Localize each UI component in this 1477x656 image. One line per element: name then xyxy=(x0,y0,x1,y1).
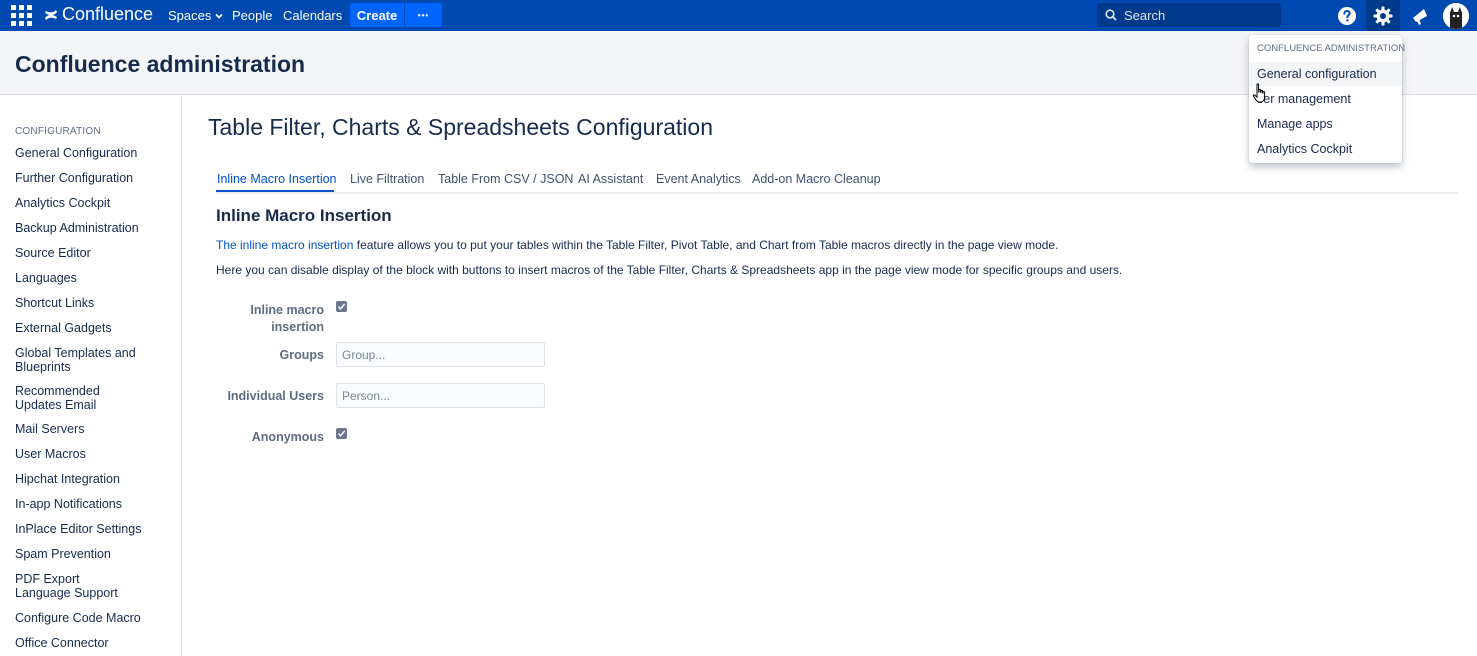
sidebar-item-mail-servers[interactable]: Mail Servers xyxy=(15,422,175,436)
sidebar-item-general-configuration[interactable]: General Configuration xyxy=(15,146,175,160)
tab-inline-macro-insertion[interactable]: Inline Macro Insertion xyxy=(217,172,337,186)
nav-spaces-label: Spaces xyxy=(168,8,212,23)
sidebar-item-external-gadgets[interactable]: External Gadgets xyxy=(15,321,175,335)
instructions-paragraph: Here you can disable display of the bloc… xyxy=(216,263,1123,277)
page-title: Confluence administration xyxy=(15,51,306,77)
tab-table-from-csv-json[interactable]: Table From CSV / JSON xyxy=(438,172,573,186)
tab-live-filtration[interactable]: Live Filtration xyxy=(350,172,424,186)
user-avatar[interactable] xyxy=(1443,3,1469,29)
megaphone-icon xyxy=(1413,9,1427,25)
settings-dropdown-menu: CONFLUENCE ADMINISTRATION General config… xyxy=(1249,35,1406,163)
description-paragraph: The inline macro insertion feature allow… xyxy=(216,238,1058,252)
sidebar-item-recommended-updates[interactable]: Recommended Updates Email xyxy=(15,384,145,412)
checkmark-icon xyxy=(337,430,346,437)
more-create-options-button[interactable]: ••• xyxy=(405,3,442,27)
description-text: feature allows you to put your tables wi… xyxy=(353,238,1059,252)
menu-item-user-management[interactable]: ser management xyxy=(1249,87,1402,111)
config-tabs: Inline Macro Insertion Live Filtration T… xyxy=(216,168,1458,194)
search-input[interactable] xyxy=(1124,7,1264,23)
gear-icon xyxy=(1373,6,1393,25)
sidebar-item-spam-prevention[interactable]: Spam Prevention xyxy=(15,547,175,561)
sidebar-heading: CONFIGURATION xyxy=(15,126,101,137)
config-page-title: Table Filter, Charts & Spreadsheets Conf… xyxy=(208,114,713,140)
menu-item-general-configuration[interactable]: General configuration xyxy=(1249,62,1402,86)
tab-ai-assistant[interactable]: AI Assistant xyxy=(578,172,643,186)
anonymous-label: Anonymous xyxy=(251,430,324,444)
individual-users-input[interactable] xyxy=(336,383,545,408)
anonymous-checkbox[interactable] xyxy=(336,428,347,439)
hand-pointer-cursor-icon xyxy=(1252,83,1266,103)
tab-add-on-macro-cleanup[interactable]: Add-on Macro Cleanup xyxy=(752,172,881,186)
inline-macro-insertion-label: Inline macro insertion xyxy=(250,303,324,334)
confluence-logo[interactable]: Confluence xyxy=(44,4,153,25)
sidebar-item-hipchat-integration[interactable]: Hipchat Integration xyxy=(15,472,175,486)
help-icon xyxy=(1338,7,1356,25)
top-navigation-bar: Confluence Spaces People Calendars Creat… xyxy=(0,0,1477,31)
sidebar-item-pdf-export-language[interactable]: PDF Export Language Support xyxy=(15,572,135,600)
sidebar-item-office-connector[interactable]: Office Connector xyxy=(15,636,175,650)
chevron-down-icon xyxy=(215,13,223,19)
sidebar-item-analytics-cockpit[interactable]: Analytics Cockpit xyxy=(15,196,175,210)
sidebar-item-configure-code-macro[interactable]: Configure Code Macro xyxy=(15,611,175,625)
menu-item-manage-apps[interactable]: Manage apps xyxy=(1249,112,1402,136)
nav-calendars-link[interactable]: Calendars xyxy=(283,8,342,23)
section-title: Inline Macro Insertion xyxy=(216,206,392,225)
sidebar-item-further-configuration[interactable]: Further Configuration xyxy=(15,171,175,185)
sidebar-item-in-app-notifications[interactable]: In-app Notifications xyxy=(15,497,175,511)
inline-macro-insertion-link[interactable]: The inline macro insertion xyxy=(216,238,353,252)
dropdown-heading: CONFLUENCE ADMINISTRATION xyxy=(1257,43,1406,54)
admin-sidebar: CONFIGURATION General Configuration Furt… xyxy=(0,95,182,656)
sidebar-item-global-templates[interactable]: Global Templates and Blueprints xyxy=(15,346,140,374)
brand-name: Confluence xyxy=(62,4,154,24)
groups-label: Groups xyxy=(279,348,324,362)
settings-button[interactable] xyxy=(1366,0,1400,31)
active-tab-indicator xyxy=(216,190,334,192)
sidebar-item-source-editor[interactable]: Source Editor xyxy=(15,246,175,260)
notifications-button[interactable] xyxy=(1407,3,1433,29)
menu-item-analytics-cockpit[interactable]: Analytics Cockpit xyxy=(1249,137,1402,161)
tab-event-analytics[interactable]: Event Analytics xyxy=(656,172,741,186)
create-button[interactable]: Create xyxy=(350,3,404,27)
sidebar-item-backup-administration[interactable]: Backup Administration xyxy=(15,221,175,235)
groups-input[interactable] xyxy=(336,342,545,367)
sidebar-item-shortcut-links[interactable]: Shortcut Links xyxy=(15,296,175,310)
checkmark-icon xyxy=(337,303,346,310)
sidebar-item-inplace-editor-settings[interactable]: InPlace Editor Settings xyxy=(15,522,175,536)
individual-users-label: Individual Users xyxy=(227,389,324,403)
confluence-logo-icon xyxy=(45,9,57,20)
nav-spaces-menu[interactable]: Spaces xyxy=(168,8,224,23)
sidebar-item-languages[interactable]: Languages xyxy=(15,271,175,285)
search-box[interactable] xyxy=(1097,3,1281,27)
inline-macro-insertion-checkbox[interactable] xyxy=(336,301,347,312)
avatar-icon xyxy=(1443,3,1469,29)
sidebar-item-user-macros[interactable]: User Macros xyxy=(15,447,175,461)
ellipsis-icon: ••• xyxy=(417,10,430,20)
nav-people-link[interactable]: People xyxy=(232,8,272,23)
app-switcher-icon[interactable] xyxy=(11,5,32,26)
help-button[interactable] xyxy=(1334,3,1360,29)
search-icon xyxy=(1105,9,1117,21)
